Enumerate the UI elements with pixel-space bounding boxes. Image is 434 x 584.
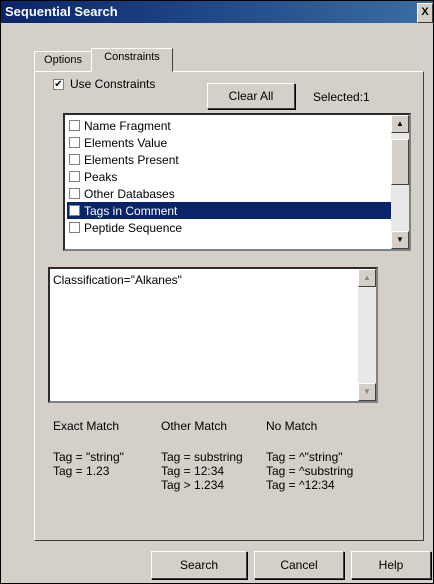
list-item-label: Other Databases (84, 187, 175, 201)
list-item-label: Peptide Sequence (84, 221, 183, 235)
elements-present-checkbox[interactable] (69, 154, 80, 165)
list-item-peptide-sequence[interactable]: Peptide Sequence (67, 219, 391, 236)
textarea-scrollbar[interactable]: ▲ ▼ (358, 269, 376, 401)
list-scrollbar[interactable]: ▲ ▼ (391, 115, 409, 249)
list-item-elements-value[interactable]: Elements Value (67, 134, 391, 151)
list-item-other-databases[interactable]: Other Databases (67, 185, 391, 202)
help-button[interactable]: Help (351, 551, 431, 579)
clear-all-button[interactable]: Clear All (207, 83, 295, 109)
exact-match-line: Tag = "string" (53, 450, 124, 464)
other-match-line: Tag = substring (161, 450, 243, 464)
scroll-thumb[interactable] (391, 139, 409, 185)
list-item-label: Tags in Comment (84, 204, 178, 218)
search-button[interactable]: Search (151, 551, 247, 579)
list-item-label: Name Fragment (84, 119, 171, 133)
exact-match-line: Tag = 1.23 (53, 464, 110, 478)
title-bar[interactable]: Sequential Search X (1, 1, 433, 23)
no-match-title: No Match (266, 419, 318, 433)
cancel-button[interactable]: Cancel (254, 551, 344, 579)
list-item-tags-in-comment[interactable]: ✔ Tags in Comment (67, 202, 391, 219)
list-item-elements-present[interactable]: Elements Present (67, 151, 391, 168)
scroll-down-icon[interactable]: ▼ (391, 231, 409, 249)
other-match-line: Tag = 12:34 (161, 464, 225, 478)
window-title: Sequential Search (5, 4, 118, 19)
name-fragment-checkbox[interactable] (69, 120, 80, 131)
scroll-down-icon[interactable]: ▼ (358, 383, 376, 401)
tab-constraints[interactable]: Constraints (91, 48, 173, 72)
use-constraints-label[interactable]: Use Constraints (70, 77, 155, 91)
list-item-label: Elements Present (84, 153, 179, 167)
list-item-label: Peaks (84, 170, 118, 184)
expression-textarea[interactable]: Classification="Alkanes" ▲ ▼ (48, 267, 378, 403)
no-match-line: Tag = ^"string" (266, 450, 343, 464)
other-match-line: Tag > 1.234 (161, 478, 225, 492)
peaks-checkbox[interactable] (69, 171, 80, 182)
other-databases-checkbox[interactable] (69, 188, 80, 199)
list-item-peaks[interactable]: Peaks (67, 168, 391, 185)
list-item-name-fragment[interactable]: Name Fragment (67, 117, 391, 134)
expression-value: Classification="Alkanes" (53, 273, 182, 287)
sequential-search-dialog: Sequential Search X Options Constraints … (0, 0, 434, 584)
exact-match-title: Exact Match (53, 419, 120, 433)
scroll-up-icon[interactable]: ▲ (391, 115, 409, 133)
selected-count: Selected:1 (313, 90, 370, 104)
elements-value-checkbox[interactable] (69, 137, 80, 148)
scroll-up-icon[interactable]: ▲ (358, 269, 376, 287)
no-match-line: Tag = ^12:34 (266, 478, 335, 492)
tab-options[interactable]: Options (34, 51, 92, 71)
list-item-label: Elements Value (84, 136, 168, 150)
close-button[interactable]: X (417, 3, 433, 23)
no-match-line: Tag = ^substring (266, 464, 354, 478)
constraints-list[interactable]: Name Fragment Elements Value Elements Pr… (63, 113, 411, 251)
peptide-sequence-checkbox[interactable] (69, 222, 80, 233)
other-match-title: Other Match (161, 419, 228, 433)
tags-in-comment-checkbox[interactable]: ✔ (69, 205, 80, 216)
use-constraints-checkbox[interactable]: ✔ (53, 79, 64, 90)
